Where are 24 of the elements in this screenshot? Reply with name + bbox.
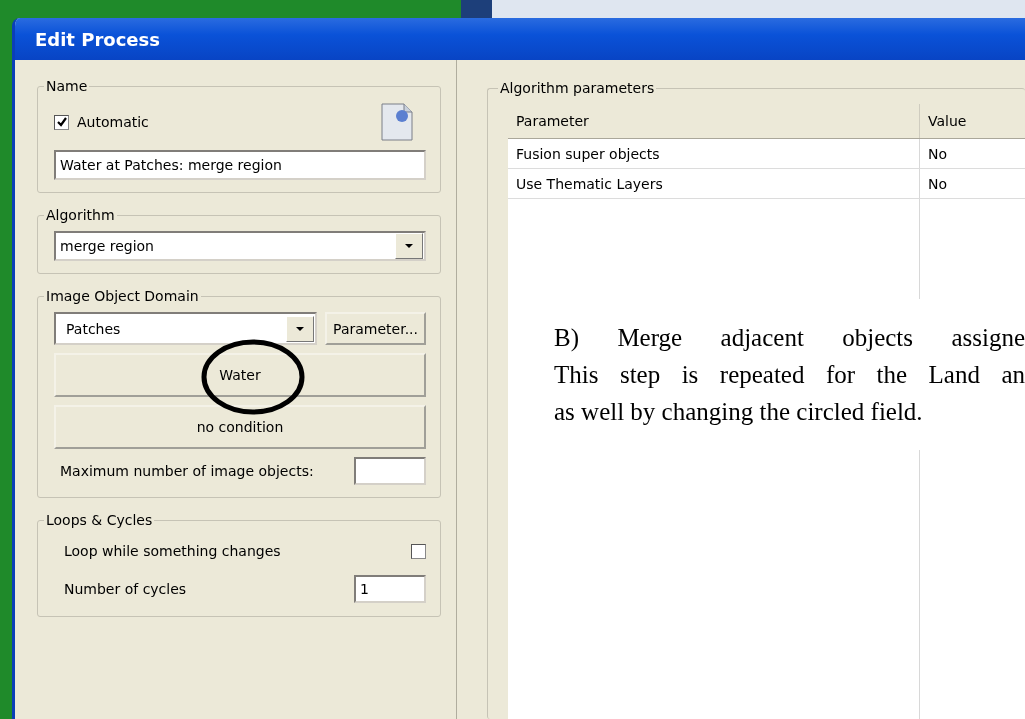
process-name-field[interactable]: Water at Patches: merge region <box>54 150 426 180</box>
parameter-button[interactable]: Parameter... <box>325 312 426 345</box>
column-header[interactable]: Value <box>920 104 1025 138</box>
table-cell: Use Thematic Layers <box>508 169 920 198</box>
annotation-text: B) Merge adjacent objects assigne This step is repeated for the Land an as well by changing the circled field. <box>553 323 1025 427</box>
cycles-label: Number of cycles <box>64 581 187 597</box>
loop-label: Loop while something changes <box>64 543 281 559</box>
algorithm-dropdown[interactable]: merge region <box>54 231 426 261</box>
group-label: Algorithm <box>45 207 116 223</box>
class-button[interactable]: Water <box>54 353 426 397</box>
group-label: Algorithm parameters <box>499 80 656 96</box>
max-objects-label: Maximum number of image objects: <box>60 463 314 479</box>
table-cell-text: No <box>927 144 949 164</box>
table-cell-text: No <box>927 174 949 194</box>
checkbox-label: Automatic <box>77 114 149 130</box>
group-label: Name <box>45 78 89 94</box>
group-label: Image Object Domain <box>45 288 200 304</box>
condition-button[interactable]: no condition <box>54 405 426 449</box>
column-header[interactable]: Parameter <box>508 104 920 138</box>
group-label: Loops & Cycles <box>45 512 154 528</box>
domain-dropdown[interactable]: Patches <box>54 312 318 345</box>
window-title: Edit Process <box>35 28 160 50</box>
cycles-field[interactable]: 1 <box>354 575 426 603</box>
table-cell: Fusion super objects <box>508 139 920 168</box>
